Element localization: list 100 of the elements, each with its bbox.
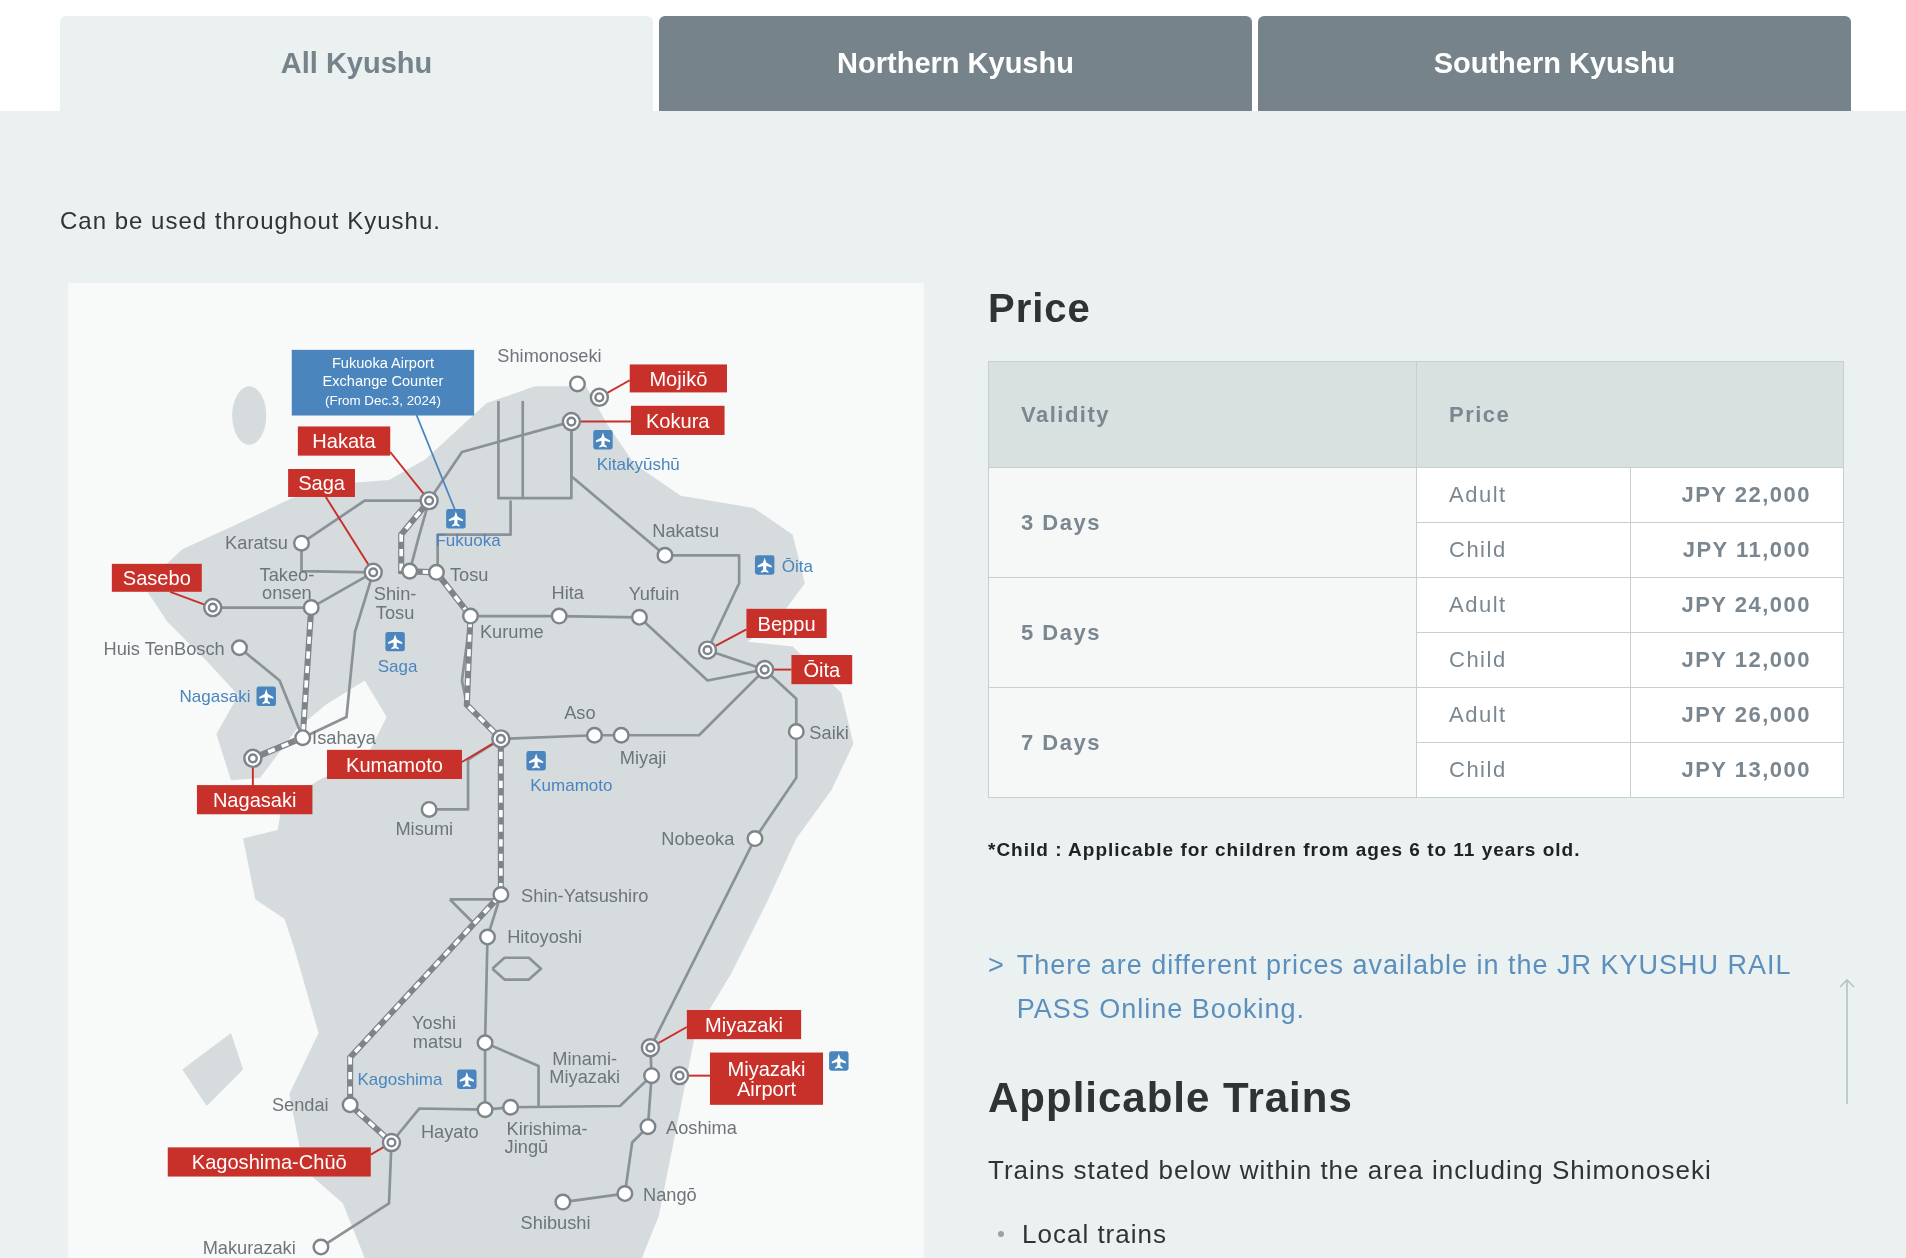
station-marker — [302, 599, 320, 617]
table-cell: JPY 13,000 — [1630, 742, 1844, 798]
station-marker — [787, 723, 805, 741]
station-marker — [427, 563, 445, 581]
station-label: Huis TenBosch — [103, 638, 225, 659]
station-marker — [479, 928, 496, 946]
station-label: Karatsu — [225, 532, 288, 554]
station-marker — [669, 1065, 690, 1086]
station-tag: Kokura — [630, 405, 725, 435]
station-marker — [643, 1067, 661, 1085]
station-marker — [381, 1132, 402, 1153]
station-marker — [292, 534, 310, 552]
station-label: Shimonoseki — [497, 345, 602, 366]
station-marker — [492, 886, 510, 903]
station-marker — [476, 1034, 494, 1052]
station-label: Aso — [564, 702, 596, 724]
table-cell: Adult — [1416, 467, 1631, 523]
station-tag: Saga — [288, 469, 355, 497]
station-marker — [341, 1096, 359, 1114]
table-cell: 3 Days — [988, 467, 1417, 578]
station-marker — [568, 375, 586, 393]
station-marker — [585, 726, 603, 744]
station-marker — [639, 1118, 657, 1136]
airplane-icon — [593, 430, 613, 450]
station-marker — [640, 1037, 661, 1058]
station-label: Misumi — [395, 817, 454, 839]
station-marker — [461, 607, 479, 625]
station-marker — [754, 659, 775, 680]
table-cell: 5 Days — [988, 577, 1417, 688]
station-label: Isahaya — [312, 726, 376, 748]
column-header: Validity — [988, 361, 1417, 468]
section-heading: Applicable Trains — [988, 1073, 1354, 1123]
station-marker — [230, 639, 248, 657]
station-marker — [243, 748, 263, 769]
airport-label: Kitakyūshū — [596, 455, 680, 475]
station-marker — [363, 562, 383, 583]
station-label: Kurume — [479, 621, 544, 642]
arrow-up-icon[interactable] — [1838, 978, 1856, 1106]
station-marker — [616, 1185, 634, 1203]
station-tag: Mojikō — [629, 364, 727, 393]
booking-link[interactable]: There are different prices available in the JR KYUSHU RAIL PASS Online Booking. — [1016, 943, 1807, 1031]
station-marker — [746, 830, 764, 848]
station-label: Saiki — [809, 721, 849, 743]
station-marker — [401, 562, 419, 580]
station-marker — [550, 607, 568, 625]
section-heading: Price — [988, 285, 1092, 332]
station-label: Yufuin — [628, 583, 680, 605]
station-label: Nangō — [643, 1183, 697, 1205]
station-label: Hayato — [420, 1120, 479, 1142]
island-shape — [232, 386, 267, 445]
station-label: Shin-Yatsushiro — [521, 884, 649, 906]
table-cell: Child — [1416, 522, 1631, 578]
table-cell: Adult — [1416, 577, 1631, 633]
station-label: Hita — [551, 582, 584, 604]
airport-label: Nagasaki — [179, 687, 251, 707]
table-cell: Child — [1416, 632, 1631, 688]
intro-text: Can be used throughout Kyushu. — [60, 206, 442, 236]
airplane-icon — [526, 751, 546, 771]
station-marker — [419, 490, 439, 511]
station-label: Sendai — [271, 1093, 329, 1115]
bullet-icon — [998, 1231, 1004, 1237]
station-label: Hitoyoshi — [507, 926, 583, 948]
footnote-text: *Child : Applicable for children from ages 6 to 11 years old. — [988, 838, 1582, 862]
station-marker — [203, 597, 223, 618]
station-marker — [554, 1193, 572, 1211]
airplane-icon — [829, 1051, 849, 1071]
airport-label: Ōita — [781, 557, 813, 577]
airport-label: Saga — [377, 657, 418, 677]
station-label: Takeo- — [259, 563, 315, 585]
chevron-icon: > — [988, 943, 1005, 1031]
station-marker — [294, 729, 312, 747]
station-marker — [476, 1101, 494, 1119]
table-cell: Adult — [1416, 687, 1631, 743]
station-tag: Beppu — [746, 608, 827, 638]
tab[interactable]: Southern Kyushu — [1258, 16, 1851, 111]
table-cell: JPY 12,000 — [1630, 632, 1844, 688]
table-cell: JPY 26,000 — [1630, 687, 1844, 743]
column-header: Price — [1416, 361, 1844, 468]
table-cell: JPY 11,000 — [1630, 522, 1844, 578]
airplane-icon — [446, 509, 466, 529]
station-tag: Ōita — [791, 655, 853, 685]
station-tag: Miyazaki Airport — [709, 1052, 824, 1105]
table-cell: JPY 22,000 — [1630, 467, 1844, 523]
description-text: Trains stated below within the area including Shimonoseki — [988, 1154, 1713, 1187]
station-label: Nobeoka — [661, 827, 735, 849]
station-marker — [612, 726, 630, 744]
airport-label: Fukuoka — [435, 530, 501, 550]
station-label: Miyaji — [619, 747, 667, 769]
station-label: onsen — [262, 582, 312, 604]
callout-box: Fukuoka Airport Exchange Counter (From Dec.3, 2024) — [291, 349, 475, 416]
tab[interactable]: All Kyushu — [60, 16, 653, 111]
station-label: Tosu — [450, 563, 489, 585]
station-tag: Hakata — [297, 426, 391, 456]
station-label: Aoshima — [666, 1117, 737, 1138]
table-cell: JPY 24,000 — [1630, 577, 1844, 633]
tab[interactable]: Northern Kyushu — [659, 16, 1252, 111]
list-item-text: Local trains — [1022, 1218, 1167, 1251]
station-marker — [656, 546, 674, 564]
station-marker — [630, 608, 648, 626]
station-marker — [697, 640, 718, 660]
